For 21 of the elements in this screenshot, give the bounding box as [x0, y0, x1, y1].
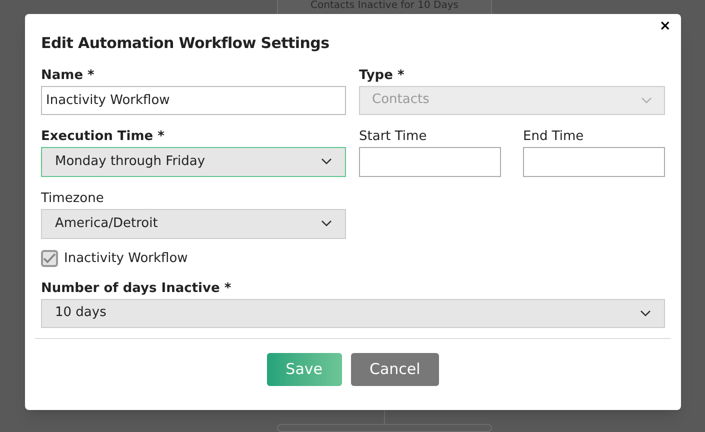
close-button[interactable]: × — [659, 19, 671, 33]
dialog-title: Edit Automation Workflow Settings — [41, 33, 330, 54]
start-time-input-field[interactable] — [359, 146, 501, 176]
field-label: End Time — [523, 128, 585, 146]
checkmark-icon — [43, 253, 56, 264]
end-time-input-field[interactable] — [523, 146, 665, 176]
chevron-icon — [321, 220, 332, 227]
field-label: Name * — [41, 66, 96, 84]
cancel-button[interactable]: Cancel — [350, 352, 440, 386]
inactivity-checkbox[interactable]: Inactivity Workflow — [41, 248, 665, 268]
field-label: Type * — [359, 66, 406, 84]
field-label: Number of days Inactive * — [41, 280, 232, 298]
chevron-icon — [641, 96, 652, 104]
name-input-field[interactable]: Inactivity Workflow — [41, 86, 346, 114]
field-label: Timezone — [41, 190, 105, 208]
timezone-dropdown[interactable]: America/Detroit — [41, 208, 346, 238]
chevron-icon — [640, 310, 651, 316]
field-label: Start Time — [359, 128, 428, 146]
field-label: Execution Time * — [41, 128, 166, 146]
chevron-icon — [321, 158, 332, 165]
execution-time-dropdown[interactable]: Monday through Friday — [41, 146, 346, 176]
